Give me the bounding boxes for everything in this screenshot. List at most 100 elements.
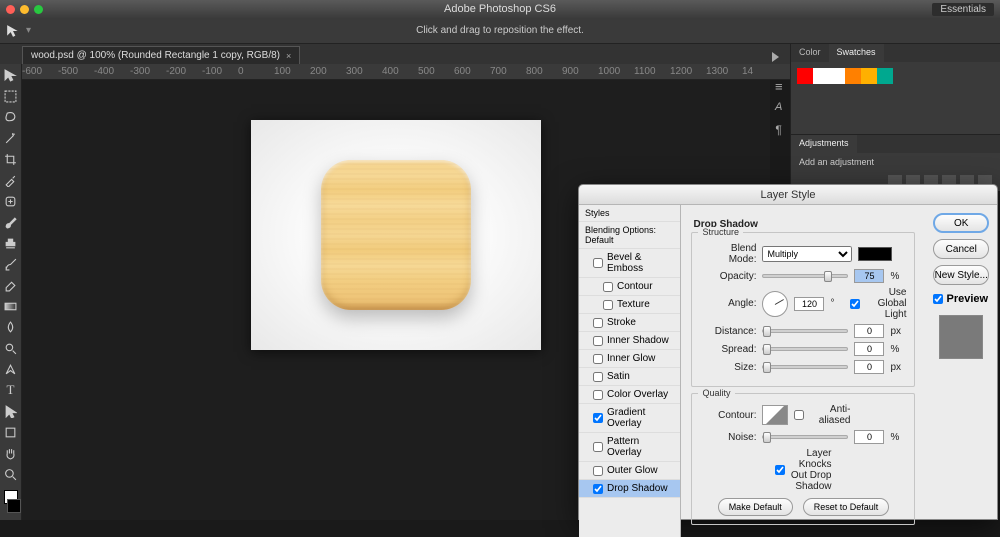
swatch[interactable] xyxy=(797,68,813,84)
size-input[interactable] xyxy=(854,360,884,374)
preview-checkbox[interactable]: Preview xyxy=(933,293,989,305)
spread-input[interactable] xyxy=(854,342,884,356)
swatch[interactable] xyxy=(845,68,861,84)
style-row-drop-shadow[interactable]: Drop Shadow xyxy=(579,480,680,498)
style-row-pattern-overlay[interactable]: Pattern Overlay xyxy=(579,433,680,462)
structure-group: Structure Blend Mode: Multiply Opacity: … xyxy=(691,232,915,387)
style-row-inner-shadow[interactable]: Inner Shadow xyxy=(579,332,680,350)
angle-dial[interactable] xyxy=(762,291,788,317)
anti-aliased[interactable]: Anti-aliased xyxy=(794,404,850,426)
cancel-button[interactable]: Cancel xyxy=(933,239,989,259)
stamp-tool[interactable] xyxy=(2,234,20,252)
close-tab-icon[interactable]: × xyxy=(286,51,291,61)
angle-input[interactable] xyxy=(794,297,824,311)
contour-picker[interactable] xyxy=(762,405,788,425)
style-checkbox[interactable] xyxy=(593,336,603,346)
noise-slider[interactable] xyxy=(762,435,848,439)
style-checkbox[interactable] xyxy=(593,258,603,268)
reset-default-button[interactable]: Reset to Default xyxy=(803,498,890,516)
style-row-inner-glow[interactable]: Inner Glow xyxy=(579,350,680,368)
style-checkbox[interactable] xyxy=(593,466,603,476)
background-color[interactable] xyxy=(7,499,21,513)
tab-swatches[interactable]: Swatches xyxy=(829,44,884,62)
blending-options[interactable]: Blending Options: Default xyxy=(579,222,680,249)
distance-slider[interactable] xyxy=(762,329,848,333)
move-tool[interactable] xyxy=(2,66,20,84)
swatch[interactable] xyxy=(877,68,893,84)
style-checkbox[interactable] xyxy=(593,372,603,382)
eraser-tool[interactable] xyxy=(2,276,20,294)
style-checkbox[interactable] xyxy=(593,354,603,364)
make-default-button[interactable]: Make Default xyxy=(718,498,793,516)
swatch[interactable] xyxy=(829,68,845,84)
distance-label: Distance: xyxy=(700,326,756,337)
ruler-mark: 400 xyxy=(382,66,399,77)
opacity-slider[interactable] xyxy=(762,274,848,278)
blend-mode-select[interactable]: Multiply xyxy=(762,246,852,262)
style-row-texture[interactable]: Texture xyxy=(579,296,680,314)
size-slider[interactable] xyxy=(762,365,848,369)
character-panel-icon[interactable] xyxy=(767,94,783,108)
document-tab[interactable]: wood.psd @ 100% (Rounded Rectangle 1 cop… xyxy=(22,46,300,64)
swatch[interactable] xyxy=(861,68,877,84)
titlebar: Adobe Photoshop CS6 Essentials xyxy=(0,0,1000,18)
ruler-mark: 200 xyxy=(310,66,327,77)
style-row-color-overlay[interactable]: Color Overlay xyxy=(579,386,680,404)
style-row-bevel-emboss[interactable]: Bevel & Emboss xyxy=(579,249,680,278)
zoom-tool[interactable] xyxy=(2,465,20,483)
healing-tool[interactable] xyxy=(2,192,20,210)
ruler-mark: 700 xyxy=(490,66,507,77)
style-checkbox[interactable] xyxy=(593,484,603,494)
wand-tool[interactable] xyxy=(2,129,20,147)
opacity-label: Opacity: xyxy=(700,271,756,282)
eyedropper-tool[interactable] xyxy=(2,171,20,189)
gradient-tool[interactable] xyxy=(2,297,20,315)
style-checkbox[interactable] xyxy=(603,282,613,292)
shadow-color[interactable] xyxy=(858,247,892,261)
adjustments-panel: Adjustments Add an adjustment xyxy=(791,134,1000,191)
crop-tool[interactable] xyxy=(2,150,20,168)
distance-input[interactable] xyxy=(854,324,884,338)
type-tool[interactable]: T xyxy=(2,381,20,399)
marquee-tool[interactable] xyxy=(2,87,20,105)
wood-icon-layer[interactable] xyxy=(321,160,471,310)
history-brush-tool[interactable] xyxy=(2,255,20,273)
style-label: Pattern Overlay xyxy=(607,436,674,458)
ok-button[interactable]: OK xyxy=(933,213,989,233)
styles-header[interactable]: Styles xyxy=(579,205,680,222)
pct-unit: % xyxy=(890,271,904,282)
style-checkbox[interactable] xyxy=(593,413,603,423)
style-row-contour[interactable]: Contour xyxy=(579,278,680,296)
pen-tool[interactable] xyxy=(2,360,20,378)
collapsed-panels xyxy=(764,50,786,130)
knockout-checkbox[interactable]: Layer Knocks Out Drop Shadow xyxy=(775,448,831,492)
style-row-gradient-overlay[interactable]: Gradient Overlay xyxy=(579,404,680,433)
paragraph-panel-icon[interactable] xyxy=(767,116,783,130)
tab-adjustments[interactable]: Adjustments xyxy=(791,135,857,153)
lasso-tool[interactable] xyxy=(2,108,20,126)
blur-tool[interactable] xyxy=(2,318,20,336)
path-select-tool[interactable] xyxy=(2,402,20,420)
properties-panel-icon[interactable] xyxy=(767,72,783,86)
style-row-outer-glow[interactable]: Outer Glow xyxy=(579,462,680,480)
history-panel-icon[interactable] xyxy=(767,50,783,64)
opacity-input[interactable] xyxy=(854,269,884,283)
use-global-light[interactable]: Use Global Light xyxy=(850,287,906,320)
new-style-button[interactable]: New Style... xyxy=(933,265,989,285)
style-checkbox[interactable] xyxy=(593,390,603,400)
tab-color[interactable]: Color xyxy=(791,44,829,62)
swatch[interactable] xyxy=(813,68,829,84)
style-row-stroke[interactable]: Stroke xyxy=(579,314,680,332)
spread-slider[interactable] xyxy=(762,347,848,351)
workspace-switcher[interactable]: Essentials xyxy=(932,3,994,16)
style-checkbox[interactable] xyxy=(603,300,613,310)
shape-tool[interactable] xyxy=(2,423,20,441)
options-bar: ▾ Click and drag to reposition the effec… xyxy=(0,18,1000,44)
style-checkbox[interactable] xyxy=(593,442,603,452)
dodge-tool[interactable] xyxy=(2,339,20,357)
hand-tool[interactable] xyxy=(2,444,20,462)
style-checkbox[interactable] xyxy=(593,318,603,328)
brush-tool[interactable] xyxy=(2,213,20,231)
style-row-satin[interactable]: Satin xyxy=(579,368,680,386)
noise-input[interactable] xyxy=(854,430,884,444)
